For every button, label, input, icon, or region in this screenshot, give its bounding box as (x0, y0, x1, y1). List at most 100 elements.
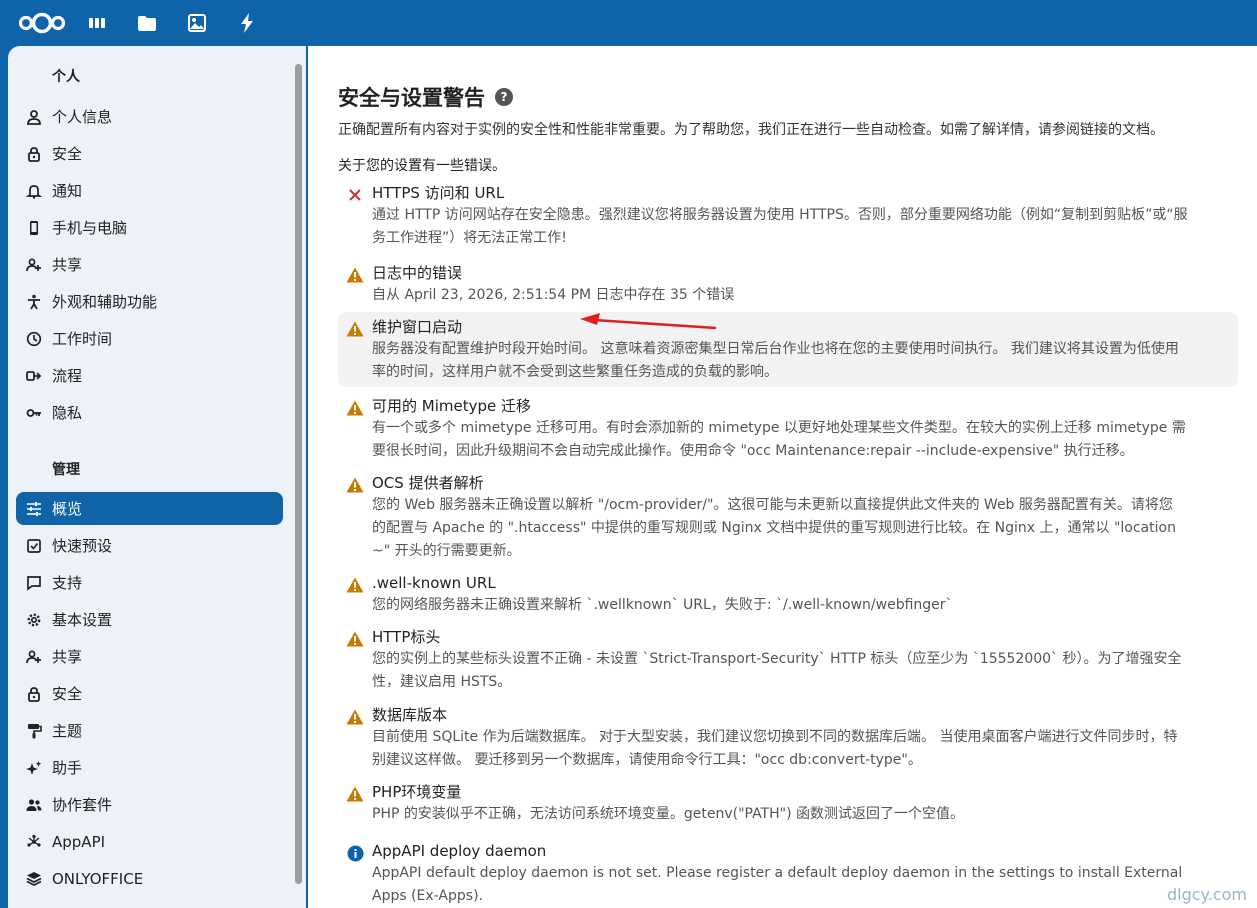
section-title-admin: 管理 (52, 462, 80, 478)
page-title: 安全与设置警告 ? (338, 82, 513, 112)
sidebar-item-label: 手机与电脑 (52, 219, 128, 237)
check-title: 维护窗口启动 (372, 318, 463, 336)
lock-icon (16, 146, 52, 162)
check-description: 通过 HTTP 访问网站存在安全隐患。强烈建议您将服务器设置为使用 HTTPS。… (372, 207, 1188, 223)
check-description: 有一个或多个 mimetype 迁移可用。有时会添加新的 mimetype 以更… (372, 420, 1186, 436)
nextcloud-logo[interactable] (12, 0, 72, 46)
dashboard-icon[interactable] (72, 0, 122, 46)
sidebar-item-admin-9[interactable]: AppAPI (16, 825, 283, 858)
sidebar-item-label: 共享 (52, 256, 83, 274)
sidebar-item-personal-5[interactable]: 外观和辅助功能 (16, 285, 283, 318)
sidebar-item-personal-8[interactable]: 隐私 (16, 396, 283, 429)
check-item: 数据库版本 目前使用 SQLite 作为后端数据库。 对于大型安装，我们建议您切换… (338, 704, 1238, 772)
sidebar-item-label: 通知 (52, 182, 83, 200)
phone-icon (16, 220, 52, 236)
sidebar-item-admin-2[interactable]: 支持 (16, 566, 283, 599)
settings-sidebar: 个人 个人信息 安全 通知 手机与电脑 共享 外观和辅助功能 工作时间 流程 隐私 管理 概览快… (8, 46, 306, 908)
check-title: 日志中的错误 (372, 264, 463, 282)
check-title: OCS 提供者解析 (372, 474, 484, 492)
check-item: HTTPS 访问和 URL 通过 HTTP 访问网站存在安全隐患。强烈建议您将服务… (338, 182, 1238, 250)
check-description: 的配置与 Apache 的 ".htaccess" 中提供的重写规则或 Ngin… (372, 520, 1176, 536)
user-icon (16, 109, 52, 125)
sidebar-item-admin-10[interactable]: ONLYOFFICE (16, 862, 283, 895)
check-description: 要很长时间，因此升级期间不会自动完成此操作。使用命令 "occ Maintena… (372, 443, 1134, 459)
check-title: 可用的 Mimetype 迁移 (372, 397, 531, 415)
sidebar-item-personal-2[interactable]: 通知 (16, 174, 283, 207)
check-title: HTTP标头 (372, 628, 441, 646)
sidebar-item-admin-8[interactable]: 协作套件 (16, 788, 283, 821)
key-icon (16, 405, 52, 421)
sidebar-item-label: 主题 (52, 722, 83, 740)
warning-triangle-icon (346, 785, 364, 803)
photos-icon[interactable] (172, 0, 222, 46)
warning-triangle-icon (346, 630, 364, 648)
check-item: .well-known URL 您的网络服务器未正确设置来解析 `.wellkno… (338, 572, 1238, 617)
api-icon (16, 834, 52, 850)
error-x-icon (346, 186, 364, 204)
check-description: 服务器没有配置维护时段开始时间。 这意味着资源密集型日常后台作业也将在您的主要使… (372, 341, 1179, 357)
check-description: 您的 Web 服务器未正确设置以解析 "/ocm-provider/"。这很可能… (372, 497, 1173, 513)
warning-triangle-icon (346, 266, 364, 284)
check-item: 维护窗口启动服务器没有配置维护时段开始时间。 这意味着资源密集型日常后台作业也将… (338, 312, 1238, 387)
check-item: OCS 提供者解析您的 Web 服务器未正确设置以解析 "/ocm-provid… (338, 472, 1238, 563)
group-icon (16, 797, 52, 813)
check-title: 数据库版本 (372, 706, 448, 724)
check-item: HTTP标头 您的实例上的某些标头设置不正确 - 未设置 `Strict-Tran… (338, 626, 1238, 694)
sidebar-item-label: 概览 (52, 500, 83, 518)
sidebar-item-label: AppAPI (52, 832, 106, 851)
sidebar-item-admin-3[interactable]: 基本设置 (16, 603, 283, 636)
red-arrow-annotation (580, 313, 717, 330)
sparkle-icon (16, 760, 52, 776)
sliders-icon (16, 501, 52, 517)
sidebar-item-admin-0[interactable]: 概览 (16, 492, 283, 525)
help-icon[interactable]: ? (495, 88, 513, 106)
warning-triangle-icon (346, 476, 364, 494)
bell-icon (16, 183, 52, 199)
paint-icon (16, 723, 52, 739)
sidebar-item-personal-6[interactable]: 工作时间 (16, 322, 283, 355)
sidebar-item-personal-4[interactable]: 共享 (16, 248, 283, 281)
lock-icon (16, 686, 52, 702)
share-icon (16, 649, 52, 665)
sidebar-item-personal-3[interactable]: 手机与电脑 (16, 211, 283, 244)
layers-icon (16, 871, 52, 887)
share-icon (16, 257, 52, 273)
checkbox-icon (16, 538, 52, 554)
sidebar-item-personal-7[interactable]: 流程 (16, 359, 283, 392)
check-description: PHP 的安装似乎不正确，无法访问系统环境变量。getenv("PATH") 函… (372, 806, 964, 822)
files-icon[interactable] (122, 0, 172, 46)
sidebar-item-admin-1[interactable]: 快速预设 (16, 529, 283, 562)
sidebar-item-admin-6[interactable]: 主题 (16, 714, 283, 747)
check-description: ~" 开头的行需要更新。 (372, 543, 521, 559)
watermark: dlgcy.com (1167, 885, 1247, 904)
check-description: 率的时间，这样用户就不会受到这些繁重任务造成的负载的影响。 (372, 364, 778, 380)
sidebar-item-label: 安全 (52, 685, 83, 703)
warning-triangle-icon (346, 399, 364, 417)
sidebar-item-admin-7[interactable]: 助手 (16, 751, 283, 784)
section-title-personal: 个人 (52, 69, 80, 85)
sidebar-item-label: ONLYOFFICE (52, 869, 144, 888)
check-item: AppAPI deploy daemon AppAPI default deplo… (338, 840, 1238, 908)
sidebar-item-label: 基本设置 (52, 611, 113, 629)
accessibility-icon (16, 294, 52, 310)
activity-icon[interactable] (222, 0, 272, 46)
check-title: .well-known URL (372, 574, 496, 592)
check-description: 性，建议启用 HSTS。 (372, 674, 512, 690)
warning-triangle-icon (346, 320, 364, 338)
sidebar-item-personal-0[interactable]: 个人信息 (16, 100, 283, 133)
check-description: AppAPI default deploy daemon is not set.… (372, 865, 1183, 881)
check-description: 别建议这样做。 要迁移到另一个数据库，请使用命令行工具："occ db:conv… (372, 752, 922, 768)
check-item: 日志中的错误自从 April 23, 2026, 2:51:54 PM 日志中存… (338, 262, 1238, 307)
check-item: PHP环境变量 PHP 的安装似乎不正确，无法访问系统环境变量。getenv("P… (338, 781, 1238, 826)
sidebar-item-label: 助手 (52, 759, 83, 777)
sidebar-item-personal-1[interactable]: 安全 (16, 137, 283, 170)
sidebar-item-admin-5[interactable]: 安全 (16, 677, 283, 710)
clock-icon (16, 331, 52, 347)
sidebar-scrollbar[interactable] (295, 64, 302, 884)
check-description: 自从 April 23, 2026, 2:51:54 PM 日志中存在 35 个… (372, 287, 735, 303)
sidebar-item-admin-4[interactable]: 共享 (16, 640, 283, 673)
sidebar-item-label: 快速预设 (52, 537, 113, 555)
chat-icon (16, 575, 52, 591)
warning-triangle-icon (346, 576, 364, 594)
sidebar-item-label: 流程 (52, 367, 83, 385)
